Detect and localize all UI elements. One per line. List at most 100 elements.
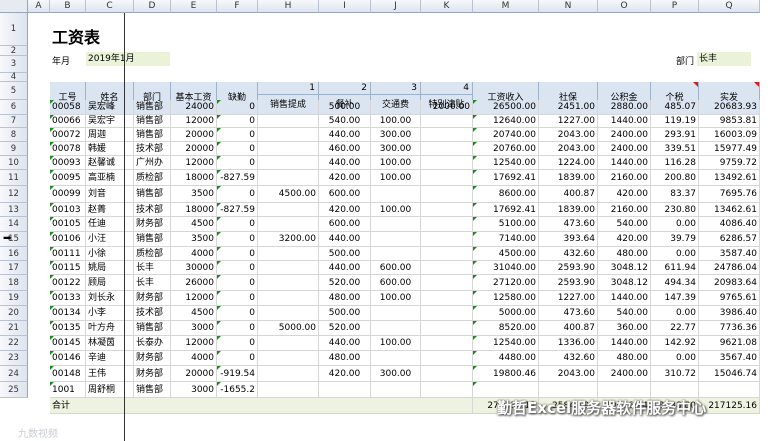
cell-id[interactable]: 00134 xyxy=(50,306,86,321)
cell-meal[interactable]: 480.00 xyxy=(319,291,371,306)
cell-absence[interactable]: 0 xyxy=(217,217,258,232)
cell-net[interactable]: 9853.81 xyxy=(699,115,760,128)
row-header[interactable]: 1 xyxy=(0,13,28,46)
cell-meal[interactable]: 520.00 xyxy=(319,275,371,291)
cell-base[interactable]: 4500 xyxy=(171,217,217,232)
cell-fund[interactable]: 2160.00 xyxy=(598,203,651,217)
cell-social[interactable] xyxy=(539,382,598,398)
cell-meal[interactable]: 500.00 xyxy=(319,306,371,321)
cell-base[interactable]: 20000 xyxy=(171,128,217,142)
cell-special[interactable] xyxy=(421,366,473,382)
cell-sales[interactable] xyxy=(258,128,319,142)
cell-base[interactable]: 3000 xyxy=(171,321,217,336)
cell-base[interactable]: 24000 xyxy=(171,100,217,115)
cell-sales[interactable] xyxy=(258,142,319,156)
cell-fund[interactable]: 540.00 xyxy=(598,217,651,232)
cell-meal[interactable]: 500.00 xyxy=(319,247,371,261)
cell-social[interactable]: 1839.00 xyxy=(539,170,598,186)
cell-dept[interactable]: 长丰 xyxy=(134,275,171,291)
cell-base[interactable]: 4500 xyxy=(171,306,217,321)
cell-sales[interactable] xyxy=(258,247,319,261)
cell-absence[interactable]: 0 xyxy=(217,128,258,142)
cell-special[interactable] xyxy=(421,306,473,321)
cell-tax[interactable]: 230.80 xyxy=(651,203,699,217)
cell-sales[interactable] xyxy=(258,217,319,232)
cell-meal[interactable]: 600.00 xyxy=(319,217,371,232)
column-header[interactable]: D xyxy=(134,0,171,13)
cell-net[interactable]: 13462.61 xyxy=(699,203,760,217)
cell-income[interactable]: 27120.00 xyxy=(473,275,539,291)
cell-base[interactable]: 30000 xyxy=(171,261,217,275)
cell-transport[interactable]: 100.00 xyxy=(371,203,421,217)
cell-name[interactable]: 刘音 xyxy=(86,186,134,203)
cell-transport[interactable] xyxy=(371,351,421,366)
cell-income[interactable]: 4480.00 xyxy=(473,351,539,366)
cell-sales[interactable]: 4500.00 xyxy=(258,186,319,203)
cell-dept[interactable]: 销售部 xyxy=(134,100,171,115)
column-header[interactable]: A xyxy=(28,0,50,13)
cell-tax[interactable]: 494.34 xyxy=(651,275,699,291)
cell-dept[interactable]: 销售部 xyxy=(134,382,171,398)
cell-fund[interactable]: 480.00 xyxy=(598,351,651,366)
cell-fund[interactable]: 1440.00 xyxy=(598,291,651,306)
row-header[interactable]: 20 xyxy=(0,306,28,321)
cell-name[interactable]: 韩媛 xyxy=(86,142,134,156)
cell-transport[interactable]: 100.00 xyxy=(371,115,421,128)
cell-dept[interactable]: 财务部 xyxy=(134,351,171,366)
cell-id[interactable]: 00146 xyxy=(50,351,86,366)
row-header[interactable]: 7 xyxy=(0,115,28,128)
row-header[interactable]: 4 xyxy=(0,73,28,82)
cell-special[interactable] xyxy=(421,247,473,261)
cell-social[interactable]: 2593.90 xyxy=(539,261,598,275)
cell-tax[interactable]: 116.28 xyxy=(651,156,699,170)
cell-special[interactable] xyxy=(421,170,473,186)
cell-base[interactable]: 4000 xyxy=(171,351,217,366)
cell-sales[interactable] xyxy=(258,156,319,170)
cell-dept[interactable]: 销售部 xyxy=(134,232,171,247)
cell-social[interactable]: 2593.90 xyxy=(539,275,598,291)
cell-transport[interactable]: 100.00 xyxy=(371,291,421,306)
cell-social[interactable]: 400.87 xyxy=(539,321,598,336)
cell-id[interactable]: 00122 xyxy=(50,275,86,291)
cell-name[interactable]: 周迦 xyxy=(86,128,134,142)
cell-base[interactable]: 18000 xyxy=(171,170,217,186)
row-header[interactable]: 10 xyxy=(0,156,28,170)
cell-special[interactable] xyxy=(421,156,473,170)
cell-net[interactable]: 9621.08 xyxy=(699,336,760,351)
cell-sales[interactable]: 3200.00 xyxy=(258,232,319,247)
cell-tax[interactable]: 339.51 xyxy=(651,142,699,156)
cell-social[interactable]: 2043.00 xyxy=(539,128,598,142)
cell-special[interactable] xyxy=(421,186,473,203)
cell-special[interactable] xyxy=(421,275,473,291)
cell-absence[interactable]: 0 xyxy=(217,336,258,351)
cell-dept[interactable]: 质检部 xyxy=(134,170,171,186)
cell-id[interactable]: 00106 xyxy=(50,232,86,247)
cell-absence[interactable]: -919.54 xyxy=(217,366,258,382)
cell-special[interactable] xyxy=(421,382,473,398)
cell-net[interactable] xyxy=(699,382,760,398)
cell-tax[interactable]: 0.00 xyxy=(651,247,699,261)
row-header[interactable]: 22 xyxy=(0,336,28,351)
cell-income[interactable]: 5100.00 xyxy=(473,217,539,232)
cell-id[interactable]: 00115 xyxy=(50,261,86,275)
cell-special[interactable] xyxy=(421,351,473,366)
cell-sales[interactable] xyxy=(258,203,319,217)
cell-name[interactable]: 叶方舟 xyxy=(86,321,134,336)
cell-id[interactable]: 00078 xyxy=(50,142,86,156)
column-header[interactable]: M xyxy=(473,0,539,13)
cell-social[interactable]: 1839.00 xyxy=(539,203,598,217)
cell-special[interactable] xyxy=(421,336,473,351)
cell-transport[interactable] xyxy=(371,217,421,232)
cell-name[interactable]: 高亚楠 xyxy=(86,170,134,186)
cell-net[interactable]: 4086.40 xyxy=(699,217,760,232)
cell-income[interactable]: 8600.00 xyxy=(473,186,539,203)
cell-meal[interactable]: 600.00 xyxy=(319,186,371,203)
row-header[interactable]: 18 xyxy=(0,275,28,291)
cell-sales[interactable] xyxy=(258,366,319,382)
cell-absence[interactable]: 0 xyxy=(217,261,258,275)
cell-special[interactable] xyxy=(421,142,473,156)
cell-income[interactable]: 8520.00 xyxy=(473,321,539,336)
cell-dept[interactable]: 销售部 xyxy=(134,128,171,142)
cell-name[interactable]: 林凝茵 xyxy=(86,336,134,351)
cell-name[interactable]: 任迪 xyxy=(86,217,134,232)
